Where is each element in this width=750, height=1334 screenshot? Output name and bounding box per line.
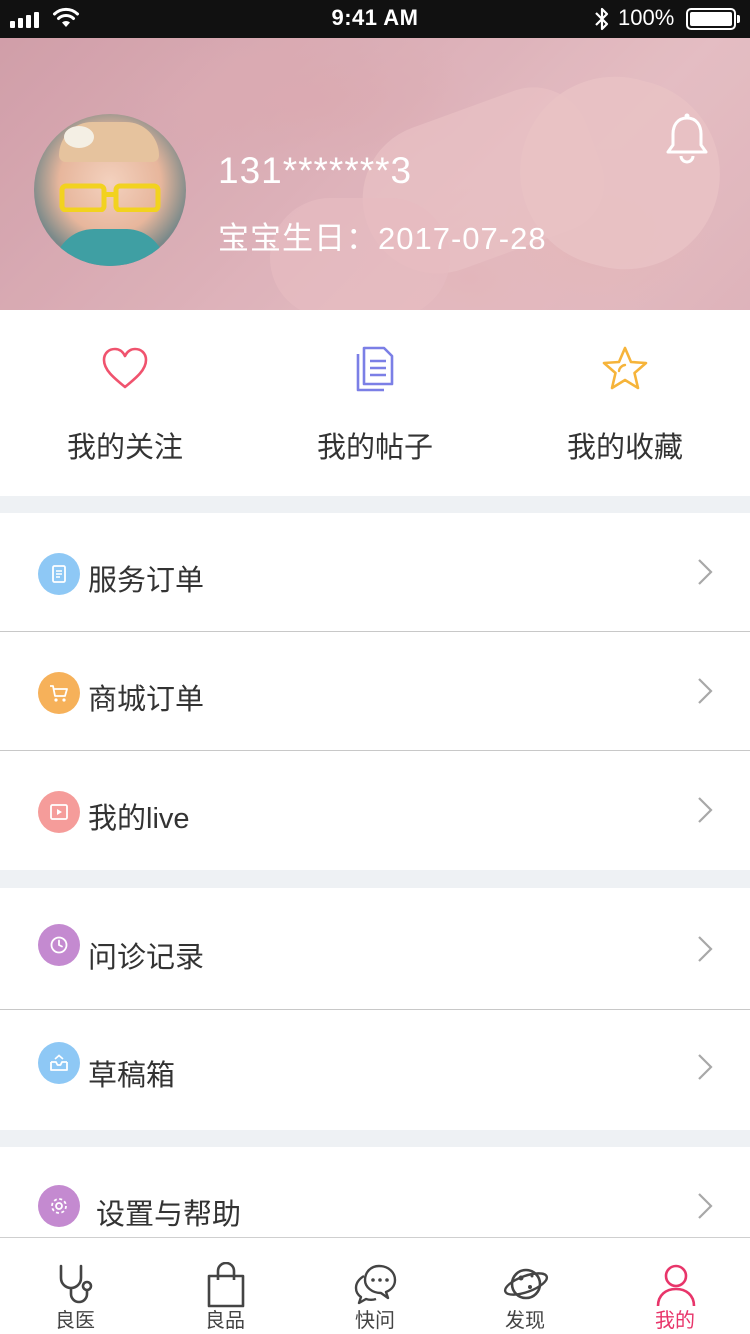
tab-label: 快问 — [355, 1310, 395, 1332]
shopping-bag-icon — [207, 1262, 245, 1308]
cart-icon — [38, 672, 80, 714]
section-divider — [0, 1130, 750, 1147]
birthday-value: 2017-07-28 — [378, 221, 547, 256]
quick-label: 我的关注 — [66, 432, 183, 464]
bell-icon[interactable] — [664, 112, 710, 164]
avatar[interactable] — [34, 114, 186, 266]
tab-doctors[interactable]: 良医 — [0, 1238, 150, 1334]
menu-row-settings-help[interactable]: 设置与帮助 — [0, 1147, 750, 1237]
chevron-right-icon — [698, 1193, 713, 1219]
chevron-right-icon — [698, 1054, 713, 1080]
person-icon — [656, 1264, 696, 1307]
glasses-graphic — [59, 183, 161, 212]
tab-label: 我的 — [655, 1310, 695, 1332]
menu-row-drafts[interactable]: 草稿箱 — [0, 1010, 750, 1130]
planet-icon — [503, 1268, 549, 1300]
tab-products[interactable]: 良品 — [150, 1238, 300, 1334]
menu-label: 服务订单 — [88, 565, 205, 597]
battery-percent: 100% — [618, 5, 675, 30]
quick-label: 我的收藏 — [566, 432, 683, 464]
profile-header: 131*******3 宝宝生日：2017-07-28 — [0, 38, 750, 310]
status-bar: 9:41 AM 100% — [0, 0, 750, 38]
clock-icon — [38, 924, 80, 966]
quick-label: 我的帖子 — [316, 432, 433, 464]
heart-icon — [102, 347, 148, 389]
baby-birthday: 宝宝生日：2017-07-28 — [218, 213, 547, 258]
chevron-right-icon — [698, 678, 713, 704]
play-icon — [38, 791, 80, 833]
stethoscope-icon — [59, 1264, 93, 1304]
menu-label: 问诊记录 — [88, 942, 205, 974]
order-list-icon — [38, 553, 80, 595]
menu-row-consultation-records[interactable]: 问诊记录 — [0, 888, 750, 1010]
menu-label: 设置与帮助 — [96, 1199, 242, 1231]
document-icon — [356, 346, 394, 392]
inbox-icon — [38, 1042, 80, 1084]
menu-row-service-orders[interactable]: 服务订单 — [0, 513, 750, 632]
menu-row-my-live[interactable]: 我的live — [0, 751, 750, 870]
tab-label: 良品 — [205, 1310, 245, 1332]
menu-label: 我的live — [88, 803, 190, 835]
menu-label: 商城订单 — [88, 684, 205, 716]
tab-label: 良医 — [55, 1310, 95, 1332]
battery-icon — [686, 8, 740, 30]
bluetooth-icon — [595, 7, 609, 31]
tab-label: 发现 — [505, 1310, 545, 1332]
star-icon — [602, 346, 648, 390]
chevron-right-icon — [698, 559, 713, 585]
tab-mine[interactable]: 我的 — [600, 1238, 750, 1334]
birthday-label: 宝宝生日： — [218, 221, 378, 256]
tab-bar: 良医 良品 快问 发现 我的 — [0, 1237, 750, 1334]
section-divider — [0, 496, 750, 513]
quick-actions: 我的关注 我的帖子 我的收藏 — [0, 310, 750, 496]
gear-icon — [38, 1185, 80, 1227]
chevron-right-icon — [698, 797, 713, 823]
menu-row-mall-orders[interactable]: 商城订单 — [0, 632, 750, 751]
tab-discover[interactable]: 发现 — [450, 1238, 600, 1334]
my-favorites-button[interactable]: 我的收藏 — [500, 310, 750, 496]
user-phone: 131*******3 — [218, 150, 413, 191]
my-follows-button[interactable]: 我的关注 — [0, 310, 250, 496]
battery-fill — [690, 12, 732, 26]
tab-quick-ask[interactable]: 快问 — [300, 1238, 450, 1334]
section-divider — [0, 870, 750, 888]
menu-label: 草稿箱 — [88, 1060, 176, 1092]
my-posts-button[interactable]: 我的帖子 — [250, 310, 500, 496]
chevron-right-icon — [698, 936, 713, 962]
chat-bubble-icon — [354, 1264, 397, 1305]
